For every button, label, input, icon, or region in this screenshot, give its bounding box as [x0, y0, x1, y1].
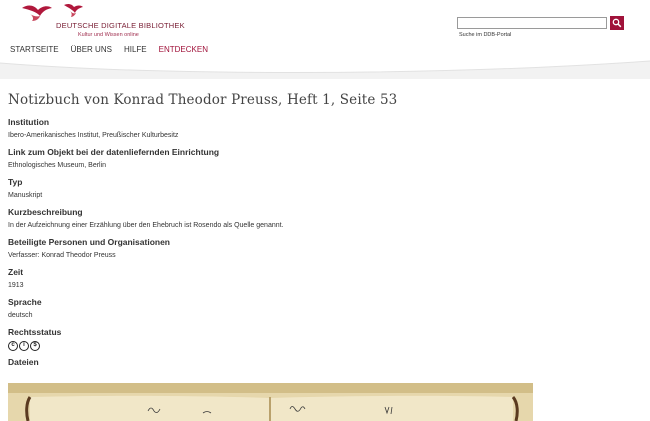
field-value-link[interactable]: Ethnologisches Museum, Berlin: [8, 161, 608, 171]
by-icon: i: [19, 341, 29, 351]
field-personen: Beteiligte Personen und Organisationen V…: [8, 237, 608, 261]
field-value: Verfasser: Konrad Theodor Preuss: [8, 252, 116, 259]
field-label: Zeit: [8, 267, 24, 277]
nav-startseite[interactable]: STARTSEITE: [10, 45, 59, 54]
search-caption: Suche im DDB-Portal: [459, 32, 512, 38]
nav-ueber-uns[interactable]: ÜBER UNS: [71, 45, 112, 54]
page-title: Notizbuch von Konrad Theodor Preuss, Hef…: [8, 92, 398, 108]
field-zeit: Zeit 1913: [8, 267, 608, 291]
field-label: Beteiligte Personen und Organisationen: [8, 237, 170, 247]
field-kurzbeschreibung: Kurzbeschreibung In der Aufzeichnung ein…: [8, 207, 608, 231]
field-sprache: Sprache deutsch: [8, 297, 608, 321]
search-input[interactable]: [457, 17, 607, 29]
field-link: Link zum Objekt bei der datenliefernden …: [8, 147, 608, 171]
field-value: 1913: [8, 282, 24, 289]
field-value: In der Aufzeichnung einer Erzählung über…: [8, 222, 284, 229]
license-icons[interactable]: c i $: [8, 341, 608, 351]
logo-title: DEUTSCHE DIGITALE BIBLIOTHEK: [56, 21, 185, 30]
field-value: Ibero-Amerikanisches Institut, Preußisch…: [8, 132, 179, 139]
main-nav: STARTSEITE ÜBER UNS HILFE ENTDECKEN: [10, 45, 220, 54]
field-institution: Institution Ibero-Amerikanisches Institu…: [8, 117, 608, 141]
field-value: Manuskript: [8, 192, 43, 199]
field-label: Typ: [8, 177, 23, 187]
nc-icon: $: [30, 341, 40, 351]
field-rechtsstatus: Rechtsstatus c i $: [8, 327, 608, 351]
field-label: Institution: [8, 117, 50, 127]
nav-hilfe[interactable]: HILFE: [124, 45, 147, 54]
search-icon: [612, 18, 622, 28]
notebook-scan-image[interactable]: [8, 383, 533, 421]
field-value: deutsch: [8, 312, 33, 319]
field-label: Dateien: [8, 357, 39, 367]
notebook-page-image: [8, 383, 533, 421]
field-label: Link zum Objekt bei der datenliefernden …: [8, 147, 220, 157]
header-swoosh-divider: [0, 60, 650, 79]
object-details: Notizbuch von Konrad Theodor Preuss, Hef…: [8, 92, 608, 374]
field-label: Sprache: [8, 297, 42, 307]
field-dateien: Dateien: [8, 357, 608, 368]
field-label: Kurzbeschreibung: [8, 207, 83, 217]
search-button[interactable]: [610, 16, 624, 30]
nav-entdecken[interactable]: ENTDECKEN: [159, 45, 208, 54]
cc-icon: c: [8, 341, 18, 351]
logo-subtitle: Kultur und Wissen online: [78, 32, 139, 38]
field-label: Rechtsstatus: [8, 327, 62, 337]
ddb-logo[interactable]: DEUTSCHE DIGITALE BIBLIOTHEK Kultur und …: [20, 2, 190, 40]
field-typ: Typ Manuskript: [8, 177, 608, 201]
